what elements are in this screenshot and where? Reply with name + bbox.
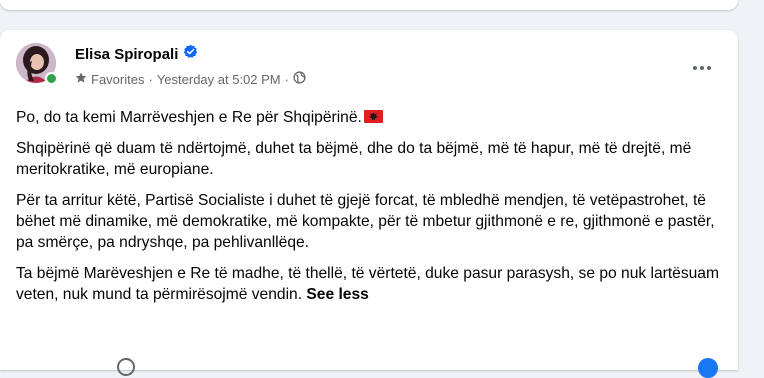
paragraph-text: Po, do ta kemi Marrëveshjen e Re për Shq… <box>16 109 362 126</box>
post-timestamp[interactable]: Yesterday at 5:02 PM <box>157 72 281 87</box>
audience-label[interactable]: Favorites <box>91 72 144 87</box>
meta-separator: · <box>148 71 153 87</box>
post-paragraph: Po, do ta kemi Marrëveshjen e Re për Shq… <box>16 107 726 128</box>
previous-post-card <box>0 0 738 10</box>
post-paragraph: Shqipërinë që duam të ndërtojmë, duhet t… <box>16 140 692 178</box>
more-options-icon <box>693 66 697 70</box>
online-status-indicator <box>45 72 58 85</box>
more-options-button[interactable] <box>684 50 720 86</box>
globe-icon[interactable] <box>293 71 306 87</box>
post-card: Elisa Spiropali Favorites · Yesterday at… <box>0 30 738 378</box>
meta-separator: · <box>284 71 289 87</box>
author-line: Elisa Spiropali <box>75 44 198 64</box>
star-icon <box>75 72 87 87</box>
post-paragraph: Ta bëjmë Marëveshjen e Re të madhe, të t… <box>16 263 726 305</box>
post-paragraph: Për ta arritur këtë, Partisë Socialiste … <box>16 192 715 251</box>
reaction-like-icon <box>698 358 718 378</box>
more-dot <box>707 66 711 70</box>
author-name[interactable]: Elisa Spiropali <box>75 46 178 63</box>
more-dot <box>700 66 704 70</box>
author-avatar[interactable] <box>16 43 58 85</box>
see-less-link[interactable]: See less <box>306 286 368 303</box>
albania-flag-emoji <box>363 110 383 123</box>
post-body: Po, do ta kemi Marrëveshjen e Re për Shq… <box>16 107 726 315</box>
comment-icon[interactable] <box>117 358 135 376</box>
post-meta: Favorites · Yesterday at 5:02 PM · <box>75 71 306 87</box>
verified-badge-icon <box>183 44 198 64</box>
